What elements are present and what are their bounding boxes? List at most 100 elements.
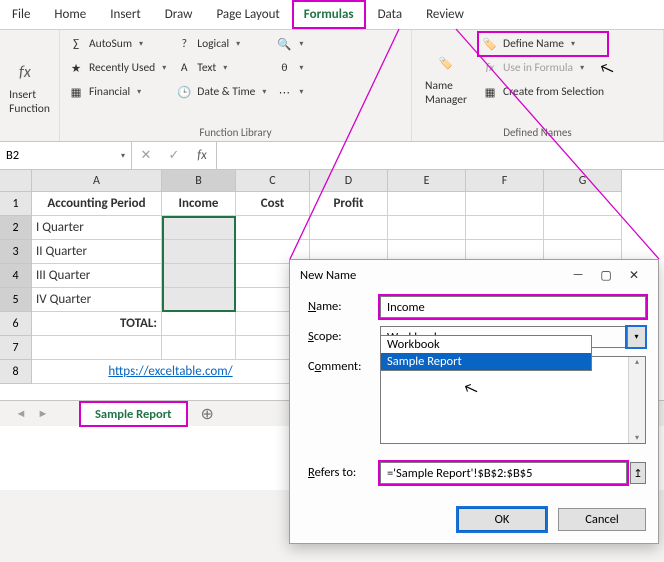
row-7[interactable]: 7 bbox=[0, 336, 32, 360]
close-button[interactable]: ✕ bbox=[620, 268, 648, 283]
financial-button[interactable]: ▦Financial▾ bbox=[64, 80, 170, 104]
use-in-formula-button: fxUse in Formula▾ bbox=[478, 56, 608, 80]
select-all-corner[interactable] bbox=[0, 170, 32, 192]
cell-b7[interactable] bbox=[162, 336, 236, 360]
chevron-down-icon: ▾ bbox=[299, 39, 303, 49]
row-3[interactable]: 3 bbox=[0, 240, 32, 264]
comment-label: Comment: bbox=[308, 356, 380, 374]
tab-file[interactable]: File bbox=[0, 0, 42, 29]
cell-a2[interactable]: I Quarter bbox=[32, 216, 162, 240]
formula-input[interactable] bbox=[217, 142, 664, 169]
cell-f1[interactable] bbox=[466, 192, 544, 216]
cell-a5[interactable]: IV Quarter bbox=[32, 288, 162, 312]
question-icon: ? bbox=[176, 36, 192, 52]
cell-e1[interactable] bbox=[388, 192, 466, 216]
tab-page-layout[interactable]: Page Layout bbox=[204, 0, 291, 29]
cell-g2[interactable] bbox=[544, 216, 622, 240]
row-1[interactable]: 1 bbox=[0, 192, 32, 216]
row-headers[interactable]: 1 2 3 4 5 6 7 8 bbox=[0, 192, 32, 384]
refers-input[interactable] bbox=[380, 462, 627, 484]
cell-c2[interactable] bbox=[236, 216, 310, 240]
cell-a7[interactable] bbox=[32, 336, 162, 360]
cell-a6[interactable]: TOTAL: bbox=[32, 312, 162, 336]
chevron-down-icon: ▾ bbox=[299, 87, 303, 97]
group-function-library-label: Function Library bbox=[64, 124, 407, 141]
minimize-button[interactable]: — bbox=[564, 268, 592, 282]
new-sheet-button[interactable]: ⊕ bbox=[191, 404, 224, 424]
row-2[interactable]: 2 bbox=[0, 216, 32, 240]
more-functions-button[interactable]: ⋯▾ bbox=[272, 80, 307, 104]
chevron-down-icon: ▾ bbox=[162, 63, 166, 73]
sheet-nav-prev[interactable]: ◄ bbox=[12, 407, 30, 420]
chevron-down-icon[interactable]: ▾ bbox=[627, 327, 645, 347]
col-b[interactable]: B bbox=[162, 170, 236, 192]
lookup-ref-button[interactable]: 🔍▾ bbox=[272, 32, 307, 56]
dialog-titlebar[interactable]: New Name — ▢ ✕ bbox=[290, 260, 658, 290]
sheet-tab-active[interactable]: Sample Report bbox=[80, 402, 187, 426]
define-name-button[interactable]: 🏷️Define Name▾ bbox=[478, 32, 608, 56]
define-name-label: Define Name bbox=[503, 37, 564, 51]
row-8[interactable]: 8 bbox=[0, 360, 32, 384]
row-5[interactable]: 5 bbox=[0, 288, 32, 312]
fx-button[interactable]: fx bbox=[188, 148, 216, 163]
ok-button[interactable]: OK bbox=[458, 508, 546, 531]
cell-b5[interactable] bbox=[162, 288, 236, 312]
maximize-button[interactable]: ▢ bbox=[592, 268, 620, 283]
tab-formulas[interactable]: Formulas bbox=[292, 0, 366, 29]
tab-draw[interactable]: Draw bbox=[153, 0, 205, 29]
col-e[interactable]: E bbox=[388, 170, 466, 192]
autosum-label: AutoSum bbox=[89, 37, 132, 51]
insert-function-button[interactable]: fx InsertFunction bbox=[4, 32, 55, 141]
name-box[interactable]: B2 bbox=[0, 142, 132, 169]
col-g[interactable]: G bbox=[544, 170, 622, 192]
cell-a3[interactable]: II Quarter bbox=[32, 240, 162, 264]
cancel-button[interactable]: Cancel bbox=[558, 508, 646, 531]
cell-a1[interactable]: Accounting Period bbox=[32, 192, 162, 216]
cell-d1[interactable]: Profit bbox=[310, 192, 388, 216]
autosum-button[interactable]: ∑AutoSum▾ bbox=[64, 32, 170, 56]
tag-icon: 🏷️ bbox=[482, 36, 498, 52]
col-f[interactable]: F bbox=[466, 170, 544, 192]
col-d[interactable]: D bbox=[310, 170, 388, 192]
recently-used-button[interactable]: ★Recently Used▾ bbox=[64, 56, 170, 80]
logical-button[interactable]: ?Logical▾ bbox=[172, 32, 270, 56]
range-picker-button[interactable]: ↥ bbox=[630, 462, 646, 484]
cell-d2[interactable] bbox=[310, 216, 388, 240]
datetime-button[interactable]: 🕒Date & Time▾ bbox=[172, 80, 270, 104]
cell-c1[interactable]: Cost bbox=[236, 192, 310, 216]
money-icon: ▦ bbox=[68, 84, 84, 100]
scrollbar[interactable]: ▴▾ bbox=[628, 357, 645, 443]
tab-insert[interactable]: Insert bbox=[98, 0, 153, 29]
cell-a4[interactable]: III Quarter bbox=[32, 264, 162, 288]
tab-home[interactable]: Home bbox=[42, 0, 98, 29]
row-4[interactable]: 4 bbox=[0, 264, 32, 288]
tab-review[interactable]: Review bbox=[414, 0, 476, 29]
col-c[interactable]: C bbox=[236, 170, 310, 192]
tab-data[interactable]: Data bbox=[366, 0, 415, 29]
name-manager-button[interactable]: 🏷️ NameManager bbox=[416, 32, 476, 124]
clock-icon: 🕒 bbox=[176, 84, 192, 100]
cancel-entry-button: ✕ bbox=[132, 148, 160, 163]
sheet-nav-next[interactable]: ► bbox=[34, 407, 52, 420]
name-input[interactable] bbox=[380, 296, 646, 318]
cell-b1[interactable]: Income bbox=[162, 192, 236, 216]
cell-b6[interactable] bbox=[162, 312, 236, 336]
cell-a8-merged[interactable]: https://exceltable.com/ bbox=[32, 360, 310, 384]
row-6[interactable]: 6 bbox=[0, 312, 32, 336]
scope-opt-workbook[interactable]: Workbook bbox=[381, 336, 591, 353]
cell-e2[interactable] bbox=[388, 216, 466, 240]
use-formula-label: Use in Formula bbox=[503, 61, 573, 75]
cell-b4[interactable] bbox=[162, 264, 236, 288]
text-button[interactable]: AText▾ bbox=[172, 56, 270, 80]
math-trig-button[interactable]: θ▾ bbox=[272, 56, 307, 80]
cell-b2[interactable] bbox=[162, 216, 236, 240]
column-headers[interactable]: A B C D E F G bbox=[32, 170, 664, 192]
scope-opt-sample-report[interactable]: Sample Report bbox=[381, 353, 591, 370]
cell-f2[interactable] bbox=[466, 216, 544, 240]
create-from-selection-button[interactable]: ▦Create from Selection bbox=[478, 80, 608, 104]
svg-text:fx: fx bbox=[19, 63, 32, 82]
cell-g1[interactable] bbox=[544, 192, 622, 216]
refers-label: Refers to: bbox=[308, 462, 380, 480]
cell-b3[interactable] bbox=[162, 240, 236, 264]
col-a[interactable]: A bbox=[32, 170, 162, 192]
